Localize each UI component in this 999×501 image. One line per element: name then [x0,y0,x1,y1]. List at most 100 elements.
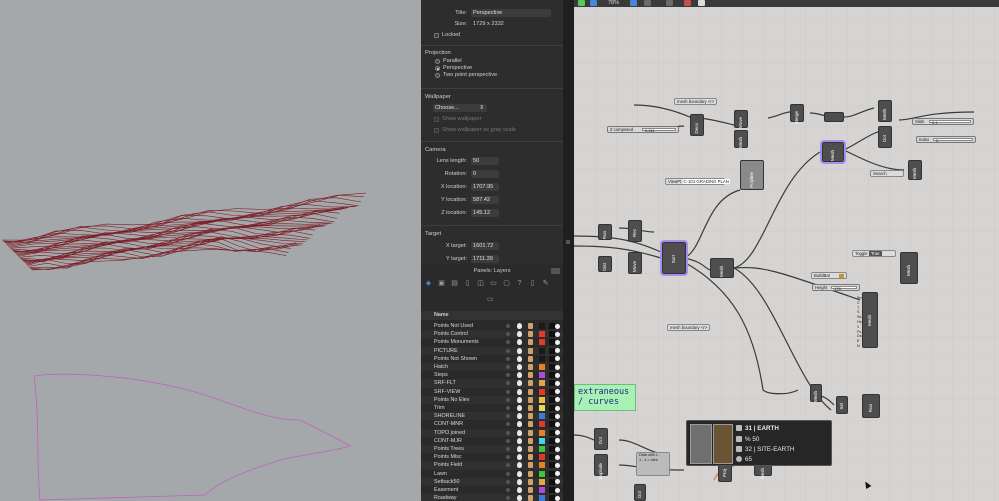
lock-icon[interactable] [528,388,533,395]
current-layer-icon[interactable] [506,479,510,484]
lock-icon[interactable] [528,380,533,387]
document-icon[interactable]: ▤ [450,279,459,288]
data-panel[interactable]: Data with t... 1 - 4 = wire [636,452,670,476]
current-layer-icon[interactable] [506,348,510,353]
current-layer-icon[interactable] [506,422,510,427]
visibility-bulb-icon[interactable] [517,372,522,379]
current-layer-icon[interactable] [506,381,510,386]
pen-icon[interactable]: ✎ [541,279,550,288]
component-mesh-c[interactable]: Mesh [878,100,892,122]
linetype-icon[interactable] [555,397,560,403]
lock-icon[interactable] [528,429,533,436]
lock-icon[interactable] [528,413,533,420]
mesh-port-label[interactable]: N [857,344,860,348]
mesh-port-label[interactable]: Ds [857,334,862,338]
layer-row[interactable]: Points Not Used [421,322,563,330]
x-target-field[interactable]: 1601.72 [471,242,499,250]
lock-icon[interactable] [528,470,533,477]
layer-row[interactable]: SRF-VIEW [421,388,563,396]
search-param[interactable]: Search [870,170,904,177]
layer-row[interactable]: TOPO joined [421,428,563,437]
zoom-level[interactable]: 78% [608,0,619,7]
component-sel[interactable]: Sel [836,396,848,414]
display-icon[interactable]: ▭ [489,279,498,288]
lock-icon[interactable] [528,462,533,469]
canvas-icon[interactable] [698,0,705,6]
layers-icon[interactable]: ◈ [424,279,433,288]
linetype-icon[interactable] [555,348,560,354]
lock-icon[interactable] [528,478,533,485]
component-dot-b[interactable]: Dot [594,428,608,450]
visibility-bulb-icon[interactable] [517,339,522,346]
mesh-port-label[interactable]: E [857,339,860,343]
component-dot-c[interactable]: Dot [634,484,646,501]
linetype-icon[interactable] [555,430,560,436]
current-layer-icon[interactable] [506,332,510,337]
rotation-field[interactable]: 0 [471,170,499,178]
layer-row[interactable]: SHORELINE [421,412,563,421]
current-layer-icon[interactable] [506,463,510,468]
linetype-icon[interactable] [555,364,560,370]
linetype-icon[interactable] [555,323,560,329]
linetype-icon[interactable] [555,487,560,493]
component-mesh-a[interactable]: Mesh [734,130,748,148]
lock-icon[interactable] [528,372,533,379]
objects-icon[interactable]: ▣ [437,279,446,288]
component-mesh-ports[interactable]: Mesh [862,292,878,348]
layer-row[interactable]: Points Field [421,461,563,470]
height-slider[interactable]: Height 178 [812,284,860,291]
lock-icon[interactable] [528,347,533,354]
linetype-icon[interactable] [555,372,560,378]
current-layer-icon[interactable] [506,455,510,460]
layer-color-swatch[interactable] [539,388,545,395]
scribble-note[interactable]: extraneous / curves [574,384,636,411]
layer-color-swatch[interactable] [539,495,545,501]
component-merge[interactable]: Merge [790,104,804,124]
layer-color-swatch[interactable] [539,478,545,485]
layer-row[interactable]: PICTURE [421,346,563,355]
index-slider[interactable]: Index 2 [916,136,976,143]
visibility-bulb-icon[interactable] [517,396,522,403]
visibility-bulb-icon[interactable] [517,437,522,444]
visibility-bulb-icon[interactable] [517,495,522,501]
slide-slider[interactable]: Slide 0.1 [912,118,974,125]
layer-color-swatch[interactable] [539,339,545,346]
lock-icon[interactable] [528,339,533,346]
layer-color-swatch[interactable] [539,347,545,354]
visibility-bulb-icon[interactable] [517,405,522,411]
toggle-param[interactable]: Toggle True [852,250,896,257]
lock-icon[interactable] [528,495,533,501]
mesh-boundary-param-2[interactable]: mesh boundary <r> [667,324,711,331]
visibility-bulb-icon[interactable] [517,470,522,477]
mesh-port-label[interactable]: 1 [857,325,859,329]
layer-color-swatch[interactable] [539,470,545,477]
current-layer-icon[interactable] [506,397,510,402]
component-explode[interactable]: Explode [594,454,608,479]
lock-icon[interactable] [528,421,533,428]
title-field[interactable]: Perspective [471,9,551,17]
perspective-viewport[interactable] [0,0,421,501]
layer-row[interactable]: CONT-MNR [421,420,563,428]
component-polyline[interactable]: Polyline [740,160,764,190]
monitor-icon[interactable]: ▢ [502,279,511,288]
component-mesh-selected-a[interactable]: Mesh [820,140,846,164]
lock-icon[interactable] [528,364,533,370]
visibility-bulb-icon[interactable] [517,462,522,469]
visibility-bulb-icon[interactable] [517,478,522,485]
linetype-icon[interactable] [555,389,560,395]
mesh-port-label[interactable]: Ss [857,315,861,319]
y-target-field[interactable]: 1711.39 [471,255,499,263]
height-value[interactable]: 178 [831,286,857,291]
component-mesh-b[interactable] [824,112,844,122]
layer-color-swatch[interactable] [539,446,545,452]
mesh-port-label[interactable]: Hs [857,320,862,324]
linetype-icon[interactable] [555,454,560,460]
layer-color-swatch[interactable] [539,454,545,461]
current-layer-icon[interactable] [506,447,510,451]
linetype-icon[interactable] [555,413,560,419]
toggle-value[interactable]: True [868,251,882,256]
linetype-icon[interactable] [555,380,560,386]
visibility-bulb-icon[interactable] [517,454,522,461]
visibility-bulb-icon[interactable] [517,413,522,420]
visibility-bulb-icon[interactable] [517,347,522,354]
